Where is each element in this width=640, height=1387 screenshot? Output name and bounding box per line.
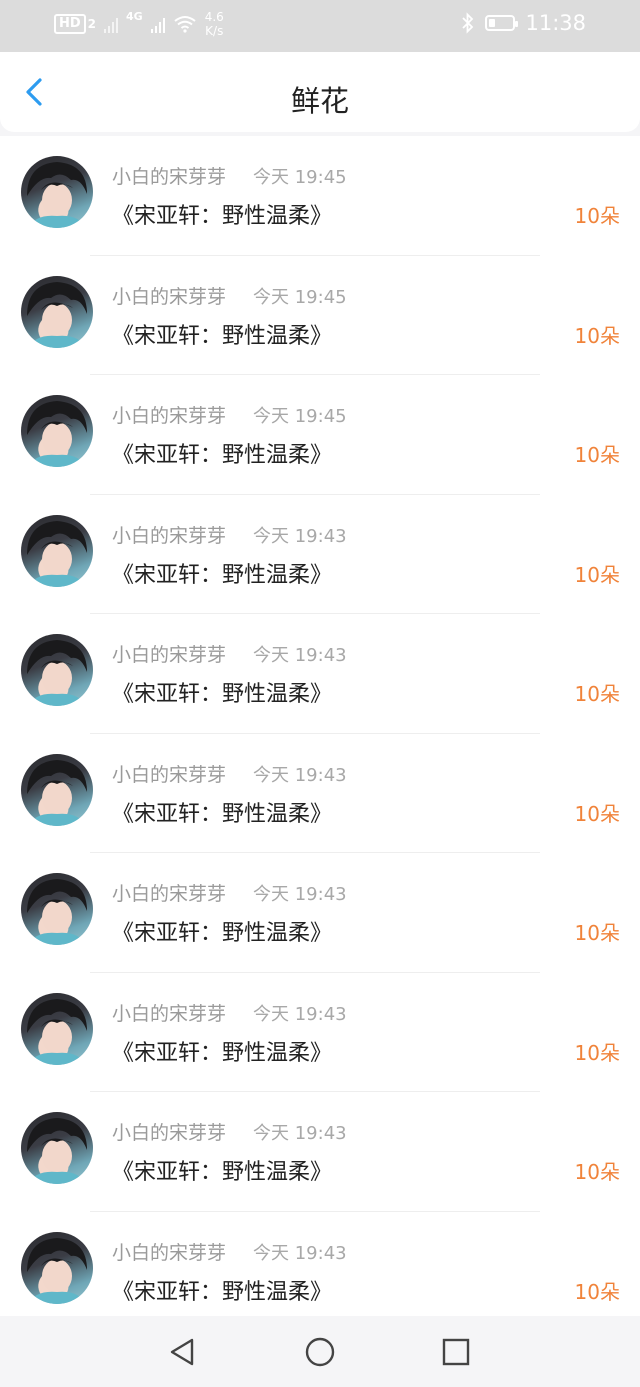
user-name[interactable]: 小白的宋芽芽 bbox=[112, 1118, 226, 1145]
user-name[interactable]: 小白的宋芽芽 bbox=[112, 760, 226, 787]
flower-amount: 10朵 bbox=[574, 562, 620, 587]
signal-strength-icon-2 bbox=[150, 15, 165, 33]
avatar-image bbox=[27, 640, 87, 706]
avatar[interactable] bbox=[21, 1231, 93, 1304]
nav-back-button[interactable] bbox=[166, 1336, 198, 1368]
list-item[interactable]: 小白的宋芽芽 今天 19:43 《宋亚轩：野性温柔》 10朵 bbox=[0, 1212, 640, 1317]
gift-time: 今天 19:43 bbox=[253, 1242, 347, 1264]
flower-amount: 10朵 bbox=[574, 1160, 620, 1184]
status-left: HD 2 4G 4.6 K/s bbox=[54, 10, 224, 38]
net-speed-unit: K/s bbox=[205, 24, 224, 38]
gift-time: 今天 19:45 bbox=[253, 167, 347, 188]
status-bar: HD 2 4G 4.6 K/s 11:38 bbox=[0, 0, 640, 52]
gift-time: 今天 19:45 bbox=[253, 406, 347, 427]
header: 鲜花 bbox=[0, 52, 640, 132]
gift-time: 今天 19:43 bbox=[253, 645, 347, 666]
gift-list: 小白的宋芽芽 今天 19:45 《宋亚轩：野性温柔》 10朵 小白的宋芽芽 今天… bbox=[0, 136, 640, 1316]
avatar[interactable] bbox=[21, 275, 93, 348]
wifi-icon bbox=[174, 16, 196, 33]
square-recents-icon bbox=[442, 1338, 470, 1366]
avatar-image bbox=[27, 520, 87, 587]
user-name[interactable]: 小白的宋芽芽 bbox=[112, 1238, 226, 1265]
avatar[interactable] bbox=[21, 156, 93, 228]
avatar-image bbox=[27, 1118, 87, 1184]
page-title: 鲜花 bbox=[290, 84, 349, 118]
user-name[interactable]: 小白的宋芽芽 bbox=[112, 521, 226, 548]
book-title[interactable]: 《宋亚轩：野性温柔》 bbox=[112, 1154, 332, 1186]
sim-label: 2 bbox=[87, 17, 97, 31]
avatar[interactable] bbox=[21, 514, 93, 587]
list-item[interactable]: 小白的宋芽芽 今天 19:43 《宋亚轩：野性温柔》 10朵 bbox=[0, 734, 640, 853]
gift-time: 今天 19:43 bbox=[253, 764, 347, 786]
battery-fill bbox=[489, 19, 496, 27]
battery-icon bbox=[485, 15, 519, 31]
list-item[interactable]: 小白的宋芽芽 今天 19:43 《宋亚轩：野性温柔》 10朵 bbox=[0, 614, 640, 734]
book-title[interactable]: 《宋亚轩：野性温柔》 bbox=[112, 198, 332, 230]
avatar-image bbox=[27, 879, 87, 945]
book-title[interactable]: 《宋亚轩：野性温柔》 bbox=[112, 796, 332, 828]
avatar-image bbox=[27, 998, 87, 1065]
avatar-image bbox=[27, 162, 87, 228]
hd-badge: HD bbox=[54, 14, 86, 34]
user-name[interactable]: 小白的宋芽芽 bbox=[112, 999, 226, 1026]
gift-time: 今天 19:43 bbox=[253, 1123, 347, 1144]
system-nav-bar bbox=[0, 1316, 640, 1387]
nav-recents-button[interactable] bbox=[440, 1336, 472, 1368]
book-title[interactable]: 《宋亚轩：野性温柔》 bbox=[112, 676, 332, 708]
avatar[interactable] bbox=[21, 1112, 93, 1184]
gift-time: 今天 19:43 bbox=[253, 525, 347, 547]
flower-amount: 10朵 bbox=[574, 921, 620, 945]
network-type-label: 4G bbox=[126, 10, 143, 23]
flower-amount: 10朵 bbox=[574, 1279, 620, 1304]
status-time: 11:38 bbox=[525, 11, 586, 35]
circle-home-icon bbox=[305, 1337, 335, 1367]
user-name[interactable]: 小白的宋芽芽 bbox=[112, 162, 226, 189]
book-title[interactable]: 《宋亚轩：野性温柔》 bbox=[112, 557, 332, 589]
user-name[interactable]: 小白的宋芽芽 bbox=[112, 640, 226, 667]
flower-amount: 10朵 bbox=[574, 323, 620, 348]
user-name[interactable]: 小白的宋芽芽 bbox=[112, 282, 226, 309]
list-item[interactable]: 小白的宋芽芽 今天 19:45 《宋亚轩：野性温柔》 10朵 bbox=[0, 375, 640, 495]
gift-time: 今天 19:43 bbox=[253, 1003, 347, 1025]
avatar[interactable] bbox=[21, 753, 93, 826]
book-title[interactable]: 《宋亚轩：野性温柔》 bbox=[112, 318, 332, 350]
list-item[interactable]: 小白的宋芽芽 今天 19:43 《宋亚轩：野性温柔》 10朵 bbox=[0, 1092, 640, 1212]
avatar[interactable] bbox=[21, 634, 93, 706]
avatar[interactable] bbox=[21, 873, 93, 945]
avatar[interactable] bbox=[21, 395, 93, 467]
book-title[interactable]: 《宋亚轩：野性温柔》 bbox=[112, 1274, 332, 1306]
avatar-image bbox=[27, 401, 87, 467]
flower-amount: 10朵 bbox=[574, 204, 620, 228]
list-item[interactable]: 小白的宋芽芽 今天 19:43 《宋亚轩：野性温柔》 10朵 bbox=[0, 853, 640, 973]
list-item[interactable]: 小白的宋芽芽 今天 19:45 《宋亚轩：野性温柔》 10朵 bbox=[0, 136, 640, 256]
avatar-image bbox=[27, 1237, 87, 1304]
book-title[interactable]: 《宋亚轩：野性温柔》 bbox=[112, 437, 332, 469]
book-title[interactable]: 《宋亚轩：野性温柔》 bbox=[112, 915, 332, 947]
gift-time: 今天 19:45 bbox=[253, 286, 347, 308]
user-name[interactable]: 小白的宋芽芽 bbox=[112, 401, 226, 428]
avatar-image bbox=[27, 759, 87, 826]
sim-badge: 2 bbox=[88, 17, 96, 31]
avatar[interactable] bbox=[21, 992, 93, 1065]
status-right: 11:38 bbox=[461, 11, 586, 35]
flower-amount: 10朵 bbox=[574, 443, 620, 467]
list-item[interactable]: 小白的宋芽芽 今天 19:45 《宋亚轩：野性温柔》 10朵 bbox=[0, 256, 640, 375]
avatar-image bbox=[27, 281, 87, 348]
flower-amount: 10朵 bbox=[574, 1040, 620, 1065]
list-item[interactable]: 小白的宋芽芽 今天 19:43 《宋亚轩：野性温柔》 10朵 bbox=[0, 495, 640, 614]
list-item[interactable]: 小白的宋芽芽 今天 19:43 《宋亚轩：野性温柔》 10朵 bbox=[0, 973, 640, 1092]
flower-amount: 10朵 bbox=[574, 682, 620, 706]
gift-time: 今天 19:43 bbox=[253, 884, 347, 905]
user-name[interactable]: 小白的宋芽芽 bbox=[112, 879, 226, 906]
bluetooth-icon bbox=[462, 12, 474, 34]
nav-home-button[interactable] bbox=[304, 1336, 336, 1368]
net-speed-value: 4.6 bbox=[204, 10, 224, 24]
net-speed: 4.6 K/s bbox=[205, 10, 224, 38]
signal-strength-icon bbox=[104, 15, 119, 33]
hd-label: HD bbox=[59, 16, 81, 31]
triangle-back-icon bbox=[170, 1338, 194, 1366]
flower-amount: 10朵 bbox=[574, 801, 620, 826]
book-title[interactable]: 《宋亚轩：野性温柔》 bbox=[112, 1035, 332, 1067]
